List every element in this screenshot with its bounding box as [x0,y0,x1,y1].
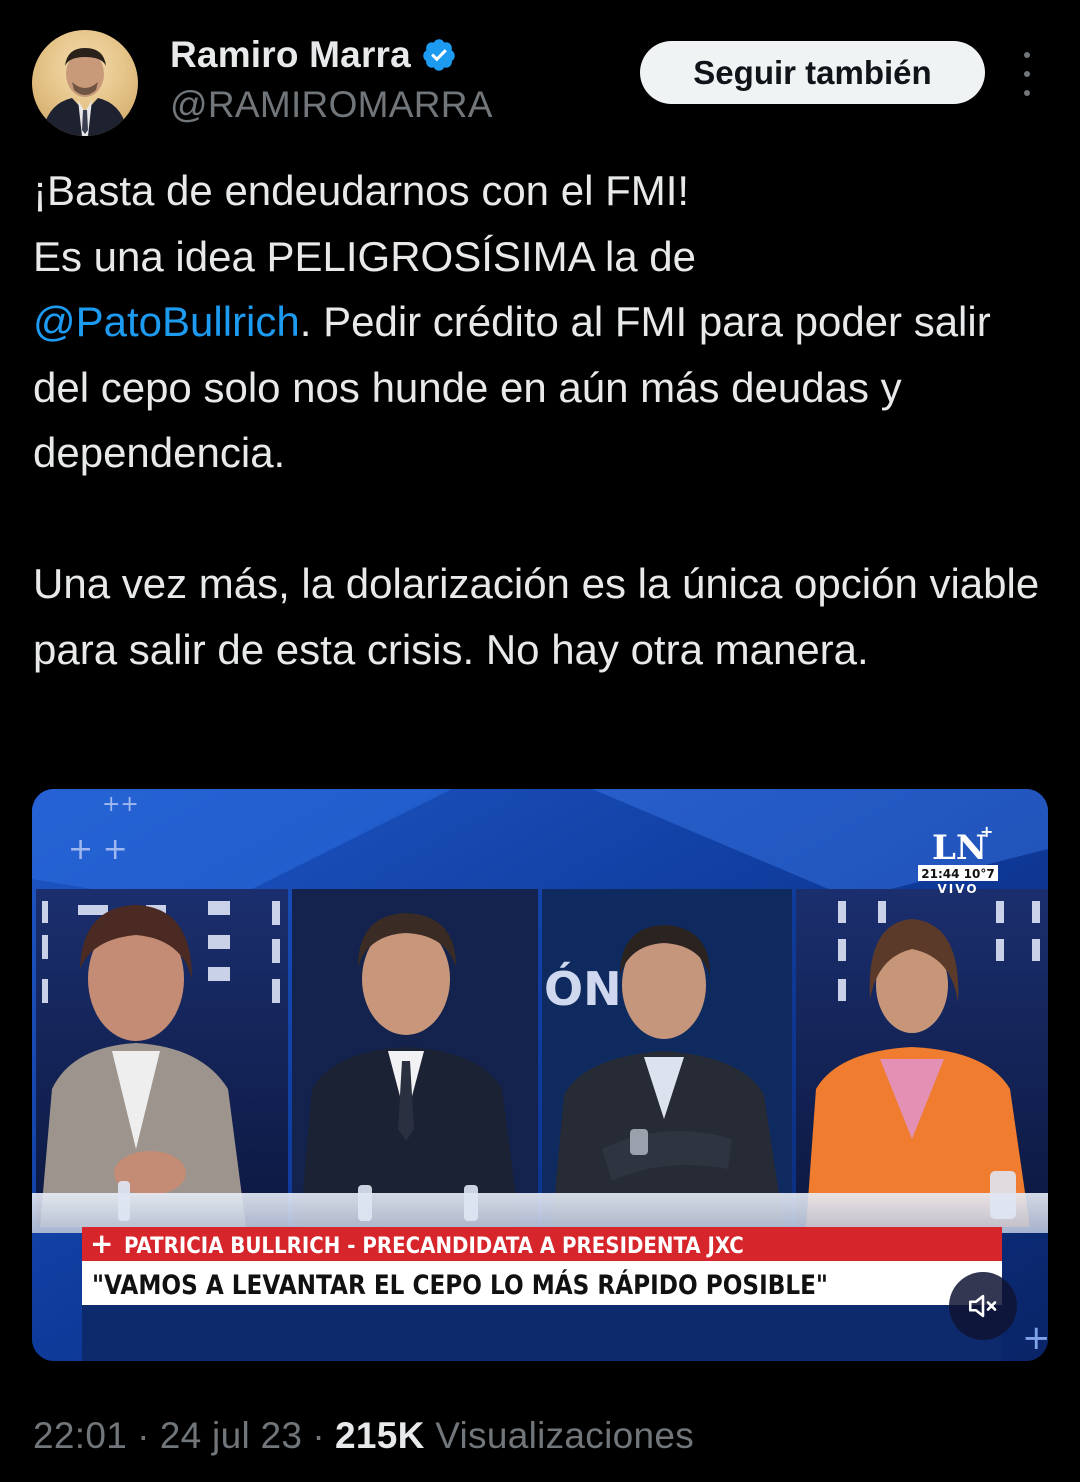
more-dot [1024,90,1030,96]
lower-third: + PATRICIA BULLRICH - PRECANDIDATA A PRE… [82,1227,1048,1361]
views-count[interactable]: 215K [335,1415,425,1456]
lower-third-name: PATRICIA BULLRICH - PRECANDIDATA A PRESI… [124,1234,744,1259]
unmute-button[interactable] [949,1272,1017,1340]
tweet-line-2: Es una idea PELIGROSÍSIMA la de [33,232,697,280]
follow-also-button[interactable]: Seguir también [640,41,985,104]
channel-logo-text: LN [932,828,987,868]
meta-separator: · [312,1415,325,1456]
tweet-paragraph-2: Una vez más, la dolarización es la única… [33,560,1040,673]
backdrop-text: ÓN [544,962,622,1016]
author-handle[interactable]: @RAMIROMARRA [170,84,493,126]
author-name-row: Ramiro Marra [170,34,457,76]
meta-separator: · [137,1415,150,1456]
tweet-date[interactable]: 24 jul 23 [160,1415,303,1456]
clock-text: 21:44 10°7 [921,867,994,881]
svg-text:++: ++ [102,792,139,817]
tweet-line-1: ¡Basta de endeudarnos con el FMI! [33,167,690,214]
tweet-video[interactable]: + + ++ ÓN LN + 21:44 10°7 VIVO + PATRICI… [32,789,1048,1361]
lower-third-quote: "VAMOS A LEVANTAR EL CEPO LO MÁS RÁPIDO … [92,1269,828,1301]
live-label: VIVO [937,882,978,896]
more-dot [1024,52,1030,58]
svg-text:+ +: + + [68,832,128,867]
mention-link[interactable]: @PatoBullrich [33,298,300,345]
author-avatar[interactable] [32,30,138,136]
tweet-meta: 22:01 · 24 jul 23 · 215K Visualizaciones [33,1415,694,1457]
lower-third-plus: + [90,1227,113,1260]
verified-badge-icon [423,39,455,71]
author-display-name[interactable]: Ramiro Marra [170,34,411,76]
channel-logo-plus: + [980,822,993,841]
more-options-icon[interactable] [1010,52,1044,96]
muted-speaker-icon [968,1294,997,1318]
more-dot [1024,71,1030,77]
tweet-line-3: @PatoBullrich. Pedir crédito al FMI para… [33,289,1043,486]
views-label[interactable]: Visualizaciones [435,1415,694,1456]
svg-text:+: + [1022,1318,1048,1358]
tweet-time[interactable]: 22:01 [33,1415,127,1456]
tweet-body: ¡Basta de endeudarnos con el FMI! Es una… [33,158,1043,682]
